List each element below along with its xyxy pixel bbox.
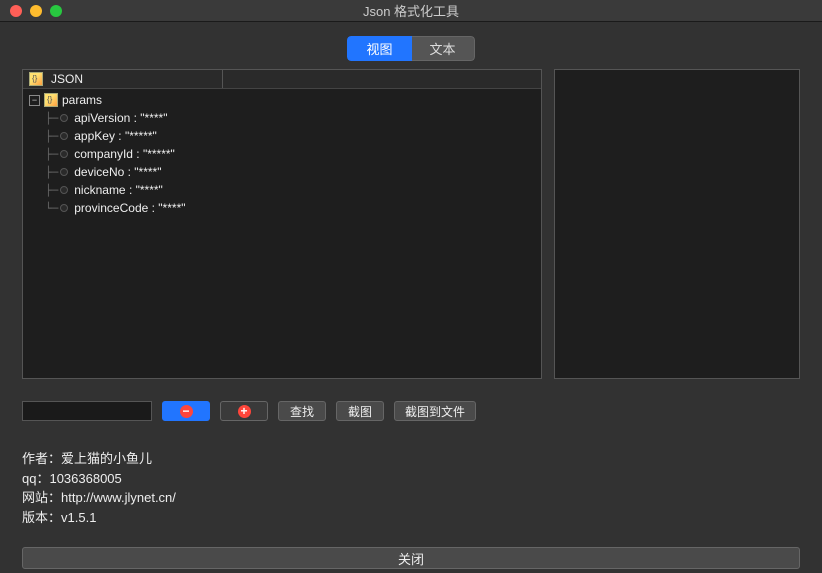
json-tree-panel[interactable]: JSON − params ├─ apiVersion : "****" ├─ app… bbox=[22, 69, 542, 379]
tree-leaf[interactable]: ├─ deviceNo : "****" bbox=[23, 163, 541, 181]
tree-connector: └─ bbox=[45, 202, 58, 215]
minus-icon: − bbox=[180, 405, 193, 418]
tree-connector: ├─ bbox=[45, 166, 58, 179]
tree-leaf-label: companyId : "*****" bbox=[74, 147, 175, 161]
leaf-bullet-icon bbox=[60, 150, 68, 158]
collapse-icon[interactable]: − bbox=[29, 95, 40, 106]
json-object-icon bbox=[29, 72, 43, 86]
tab-text[interactable]: 文本 bbox=[412, 36, 475, 61]
tree-connector: ├─ bbox=[45, 130, 58, 143]
remove-button[interactable]: − bbox=[162, 401, 210, 421]
tree-node-params[interactable]: − params bbox=[23, 91, 541, 109]
tab-view[interactable]: 视图 bbox=[347, 36, 411, 61]
tree-header-value bbox=[223, 70, 541, 88]
tree-leaf[interactable]: └─ provinceCode : "****" bbox=[23, 199, 541, 217]
json-object-icon bbox=[44, 93, 58, 107]
leaf-bullet-icon bbox=[60, 168, 68, 176]
leaf-bullet-icon bbox=[60, 204, 68, 212]
tree-connector: ├─ bbox=[45, 184, 58, 197]
info-block: 作者：爱上猫的小鱼儿 qq：1036368005 网站：http://www.j… bbox=[0, 421, 822, 537]
search-input[interactable] bbox=[22, 401, 152, 421]
minimize-window-icon[interactable] bbox=[30, 5, 42, 17]
screenshot-button[interactable]: 截图 bbox=[336, 401, 384, 421]
tree-leaf[interactable]: ├─ nickname : "****" bbox=[23, 181, 541, 199]
tree-connector: ├─ bbox=[45, 112, 58, 125]
tree-body: − params ├─ apiVersion : "****" ├─ appKey :… bbox=[23, 89, 541, 219]
tree-connector: ├─ bbox=[45, 148, 58, 161]
tab-bar: 视图 文本 bbox=[0, 36, 822, 61]
tree-header-label: JSON bbox=[51, 72, 83, 86]
window-title: Json 格式化工具 bbox=[363, 1, 459, 20]
preview-panel bbox=[554, 69, 800, 379]
find-button[interactable]: 查找 bbox=[278, 401, 326, 421]
traffic-lights bbox=[10, 5, 62, 17]
leaf-bullet-icon bbox=[60, 132, 68, 140]
tree-leaf-label: deviceNo : "****" bbox=[74, 165, 161, 179]
tree-leaf[interactable]: ├─ appKey : "*****" bbox=[23, 127, 541, 145]
maximize-window-icon[interactable] bbox=[50, 5, 62, 17]
tree-leaf[interactable]: ├─ apiVersion : "****" bbox=[23, 109, 541, 127]
info-qq: qq：1036368005 bbox=[22, 469, 800, 489]
info-version: 版本：v1.5.1 bbox=[22, 508, 800, 528]
tree-header: JSON bbox=[23, 70, 541, 89]
controls-row: − + 查找 截图 截图到文件 bbox=[0, 379, 822, 421]
tree-leaf-label: appKey : "*****" bbox=[74, 129, 157, 143]
tree-leaf-label: apiVersion : "****" bbox=[74, 111, 167, 125]
title-bar: Json 格式化工具 bbox=[0, 0, 822, 22]
tree-leaf[interactable]: ├─ companyId : "*****" bbox=[23, 145, 541, 163]
info-site: 网站：http://www.jlynet.cn/ bbox=[22, 488, 800, 508]
screenshot-to-file-button[interactable]: 截图到文件 bbox=[394, 401, 476, 421]
close-button[interactable]: 关闭 bbox=[22, 547, 800, 569]
tree-leaf-label: provinceCode : "****" bbox=[74, 201, 185, 215]
tree-leaf-label: nickname : "****" bbox=[74, 183, 163, 197]
tree-node-label: params bbox=[62, 93, 102, 107]
close-window-icon[interactable] bbox=[10, 5, 22, 17]
main-area: JSON − params ├─ apiVersion : "****" ├─ app… bbox=[0, 69, 822, 379]
add-button[interactable]: + bbox=[220, 401, 268, 421]
leaf-bullet-icon bbox=[60, 114, 68, 122]
plus-icon: + bbox=[238, 405, 251, 418]
leaf-bullet-icon bbox=[60, 186, 68, 194]
tree-header-json: JSON bbox=[23, 70, 223, 88]
info-author: 作者：爱上猫的小鱼儿 bbox=[22, 449, 800, 469]
